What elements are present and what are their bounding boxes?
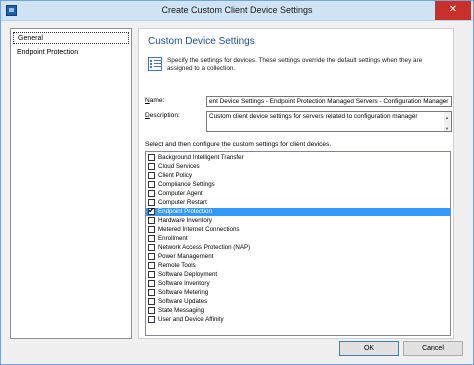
title-bar[interactable]: Create Custom Client Device Settings ✕ xyxy=(1,1,473,21)
list-item[interactable]: ✔ Endpoint Protection xyxy=(146,206,450,216)
dialog-window: Create Custom Client Device Settings ✕ G… xyxy=(0,0,474,365)
scroll-down-icon[interactable]: ▼ xyxy=(445,124,449,133)
list-item-label: Software Updates xyxy=(158,298,208,305)
checkbox[interactable] xyxy=(148,172,155,179)
list-item[interactable]: Remote Tools xyxy=(146,262,450,270)
name-field[interactable]: ent Device Settings - Endpoint Protectio… xyxy=(206,96,452,107)
checkbox[interactable] xyxy=(148,181,155,188)
checkbox[interactable] xyxy=(148,253,155,260)
list-item-label: Computer Restart xyxy=(158,199,207,206)
checkmark-icon: ✔ xyxy=(148,206,155,215)
list-item-label: Power Management xyxy=(158,253,214,260)
checkbox[interactable] xyxy=(148,271,155,278)
checkbox[interactable] xyxy=(148,244,155,251)
checkbox[interactable] xyxy=(148,235,155,242)
list-item-label: Metered Internet Connections xyxy=(158,226,240,233)
nav-item-endpoint-protection[interactable]: Endpoint Protection xyxy=(13,47,129,59)
close-icon: ✕ xyxy=(448,4,458,15)
list-item[interactable]: Computer Agent xyxy=(146,190,450,198)
list-item[interactable]: Network Access Protection (NAP) xyxy=(146,244,450,252)
list-item[interactable]: Software Deployment xyxy=(146,271,450,279)
list-item-label: State Messaging xyxy=(158,307,205,314)
list-item[interactable]: Software Updates xyxy=(146,298,450,306)
description-label: Description: xyxy=(145,112,180,119)
main-panel: Custom Device Settings Specify the setti… xyxy=(138,28,454,339)
ok-button[interactable]: OK xyxy=(339,341,399,356)
checkbox[interactable] xyxy=(148,262,155,269)
list-item[interactable]: Compliance Settings xyxy=(146,181,450,189)
list-item-label: Network Access Protection (NAP) xyxy=(158,244,251,251)
checkbox[interactable] xyxy=(148,316,155,323)
checkbox[interactable] xyxy=(148,190,155,197)
list-item[interactable]: Client Policy xyxy=(146,172,450,180)
checkbox[interactable] xyxy=(148,154,155,161)
list-item-label: User and Device Affinity xyxy=(158,316,224,323)
checkbox[interactable] xyxy=(148,163,155,170)
settings-nav: General Endpoint Protection xyxy=(10,28,132,339)
scroll-up-icon[interactable]: ▲ xyxy=(445,113,449,122)
nav-item-general[interactable]: General xyxy=(13,32,129,44)
close-button[interactable]: ✕ xyxy=(435,1,471,20)
description-value: Custom client device settings for server… xyxy=(209,113,418,120)
list-item-label: Computer Agent xyxy=(158,190,203,197)
info-description: Specify the settings for devices. These … xyxy=(167,57,423,72)
window-title: Create Custom Client Device Settings xyxy=(161,5,313,15)
nav-item-label: General xyxy=(18,35,43,42)
list-item[interactable]: User and Device Affinity xyxy=(146,316,450,324)
list-item[interactable]: Software Metering xyxy=(146,289,450,297)
settings-list-label: Select and then configure the custom set… xyxy=(145,141,332,148)
list-item-label: Enrollment xyxy=(158,235,188,242)
list-item[interactable]: Power Management xyxy=(146,253,450,261)
list-item-label: Client Policy xyxy=(158,172,193,179)
list-item-label: Cloud Services xyxy=(158,163,200,170)
list-item[interactable]: Hardware Inventory xyxy=(146,217,450,225)
list-item[interactable]: Enrollment xyxy=(146,235,450,243)
name-label: Name: xyxy=(145,97,165,104)
list-item[interactable]: State Messaging xyxy=(146,307,450,315)
description-scrollbar[interactable]: ▲ ▼ xyxy=(444,112,451,131)
section-heading: Custom Device Settings xyxy=(148,36,255,47)
checkbox[interactable] xyxy=(148,298,155,305)
checkbox[interactable] xyxy=(148,280,155,287)
settings-list: Background Intelligent Transfer Cloud Ser… xyxy=(145,151,451,336)
list-item[interactable]: Background Intelligent Transfer xyxy=(146,154,450,162)
checkbox[interactable] xyxy=(148,199,155,206)
list-item[interactable]: Software Inventory xyxy=(146,280,450,288)
checkbox[interactable]: ✔ xyxy=(148,206,155,215)
list-item[interactable]: Computer Restart xyxy=(146,199,450,207)
checkbox[interactable] xyxy=(148,226,155,233)
list-item-label: Software Metering xyxy=(158,289,209,296)
list-item-label: Endpoint Protection xyxy=(158,208,213,215)
settings-list-icon xyxy=(148,57,162,71)
checkbox[interactable] xyxy=(148,289,155,296)
list-item-label: Hardware Inventory xyxy=(158,217,212,224)
list-item-label: Software Deployment xyxy=(158,271,218,278)
checkbox[interactable] xyxy=(148,307,155,314)
checkbox[interactable] xyxy=(148,217,155,224)
list-item[interactable]: Cloud Services xyxy=(146,163,450,171)
list-item-label: Remote Tools xyxy=(158,262,196,269)
nav-item-label: Endpoint Protection xyxy=(17,49,79,56)
list-item-label: Compliance Settings xyxy=(158,181,215,188)
list-item[interactable]: Metered Internet Connections xyxy=(146,226,450,234)
description-field[interactable]: Custom client device settings for server… xyxy=(206,111,452,132)
list-item-label: Background Intelligent Transfer xyxy=(158,154,244,161)
list-item-label: Software Inventory xyxy=(158,280,210,287)
cancel-button[interactable]: Cancel xyxy=(403,341,463,356)
